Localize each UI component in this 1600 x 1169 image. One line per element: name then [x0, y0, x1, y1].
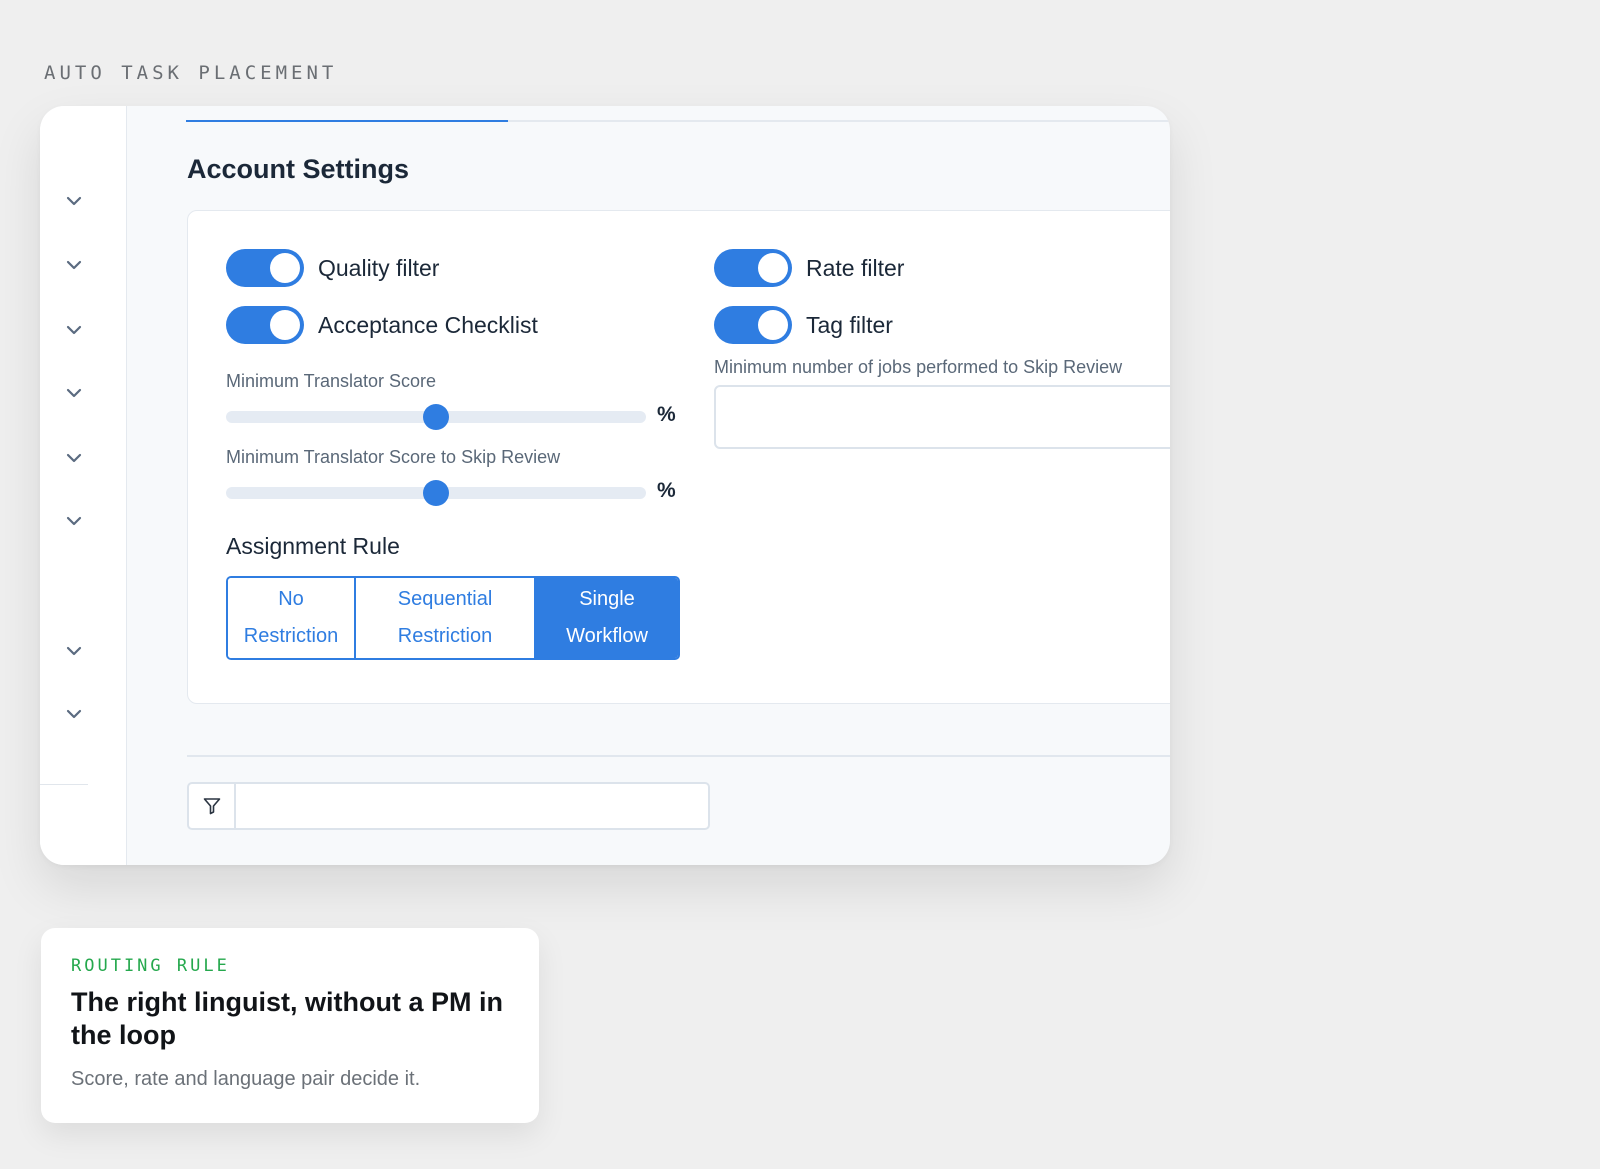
toggle-knob: [758, 310, 788, 340]
min-score-label: Minimum Translator Score: [226, 371, 437, 391]
sidebar-divider: [40, 784, 88, 785]
slider-thumb[interactable]: [423, 404, 449, 430]
acceptance-checklist-row: Acceptance Checklist: [226, 306, 538, 344]
min-score-skip-unit: %: [657, 479, 676, 502]
tab-bar: [186, 120, 1170, 122]
rate-filter-label: Rate filter: [806, 254, 905, 281]
toggle-knob: [758, 253, 788, 283]
tag-filter-label: Tag filter: [806, 311, 893, 338]
chevron-down-icon[interactable]: [66, 453, 82, 463]
no-restriction-option[interactable]: No Restriction: [228, 578, 354, 658]
quality-filter-toggle[interactable]: [226, 249, 304, 287]
tag-filter-row: Tag filter: [714, 306, 893, 344]
sidebar: [40, 106, 127, 865]
chevron-down-icon[interactable]: [66, 646, 82, 656]
assignment-rule-label: Assignment Rule: [226, 533, 400, 559]
option-line: Single: [579, 588, 635, 610]
option-line: No: [278, 588, 304, 610]
chevron-down-icon[interactable]: [66, 388, 82, 398]
page-title: Account Settings: [187, 154, 410, 184]
rate-filter-row: Rate filter: [714, 249, 904, 287]
rate-filter-toggle[interactable]: [714, 249, 792, 287]
filter-icon: [203, 798, 221, 815]
quality-filter-row: Quality filter: [226, 249, 439, 287]
single-workflow-option[interactable]: Single Workflow: [534, 578, 678, 658]
active-tab-indicator[interactable]: [186, 120, 508, 122]
slider-thumb[interactable]: [423, 480, 449, 506]
settings-card: Quality filter Acceptance Checklist Rate…: [187, 210, 1170, 704]
chevron-down-icon[interactable]: [66, 709, 82, 719]
min-score-skip-slider[interactable]: [226, 480, 646, 506]
min-score-slider[interactable]: [226, 404, 646, 430]
chevron-down-icon[interactable]: [66, 260, 82, 270]
chevron-down-icon[interactable]: [66, 325, 82, 335]
quality-filter-label: Quality filter: [318, 254, 440, 281]
section-divider: [187, 755, 1170, 757]
assignment-rule-selector: No Restriction Sequential Restriction Sing…: [226, 576, 680, 660]
min-jobs-label: Minimum number of jobs performed to Skip…: [714, 357, 1123, 377]
sequential-restriction-option[interactable]: Sequential Restriction: [354, 578, 534, 658]
toggle-knob: [270, 310, 300, 340]
option-line: Sequential: [397, 588, 493, 610]
filter-input[interactable]: [234, 782, 710, 830]
option-line: Workflow: [566, 625, 648, 647]
chevron-down-icon[interactable]: [66, 196, 82, 206]
app-window: Account Settings Quality filter Acceptan…: [40, 106, 1170, 865]
option-line: Restriction: [243, 625, 339, 647]
min-jobs-input[interactable]: [714, 385, 1170, 449]
filter-button[interactable]: [187, 782, 237, 830]
acceptance-checklist-label: Acceptance Checklist: [318, 311, 538, 338]
option-line: Restriction: [397, 625, 493, 647]
tag-filter-toggle[interactable]: [714, 306, 792, 344]
acceptance-checklist-toggle[interactable]: [226, 306, 304, 344]
callout-card: ROUTING RULE The right linguist, without…: [41, 928, 539, 1123]
min-score-skip-label: Minimum Translator Score to Skip Review: [226, 447, 561, 467]
main-panel: Account Settings Quality filter Acceptan…: [127, 106, 1170, 865]
callout-eyebrow: ROUTING RULE: [71, 956, 230, 976]
callout-subtitle: Score, rate and language pair decide it.: [71, 1068, 421, 1090]
chevron-down-icon[interactable]: [66, 516, 82, 526]
toggle-knob: [270, 253, 300, 283]
section-eyebrow: AUTO TASK PLACEMENT: [44, 62, 338, 84]
min-score-unit: %: [657, 403, 676, 426]
callout-title: The right linguist, without a PM in the …: [71, 987, 503, 1050]
